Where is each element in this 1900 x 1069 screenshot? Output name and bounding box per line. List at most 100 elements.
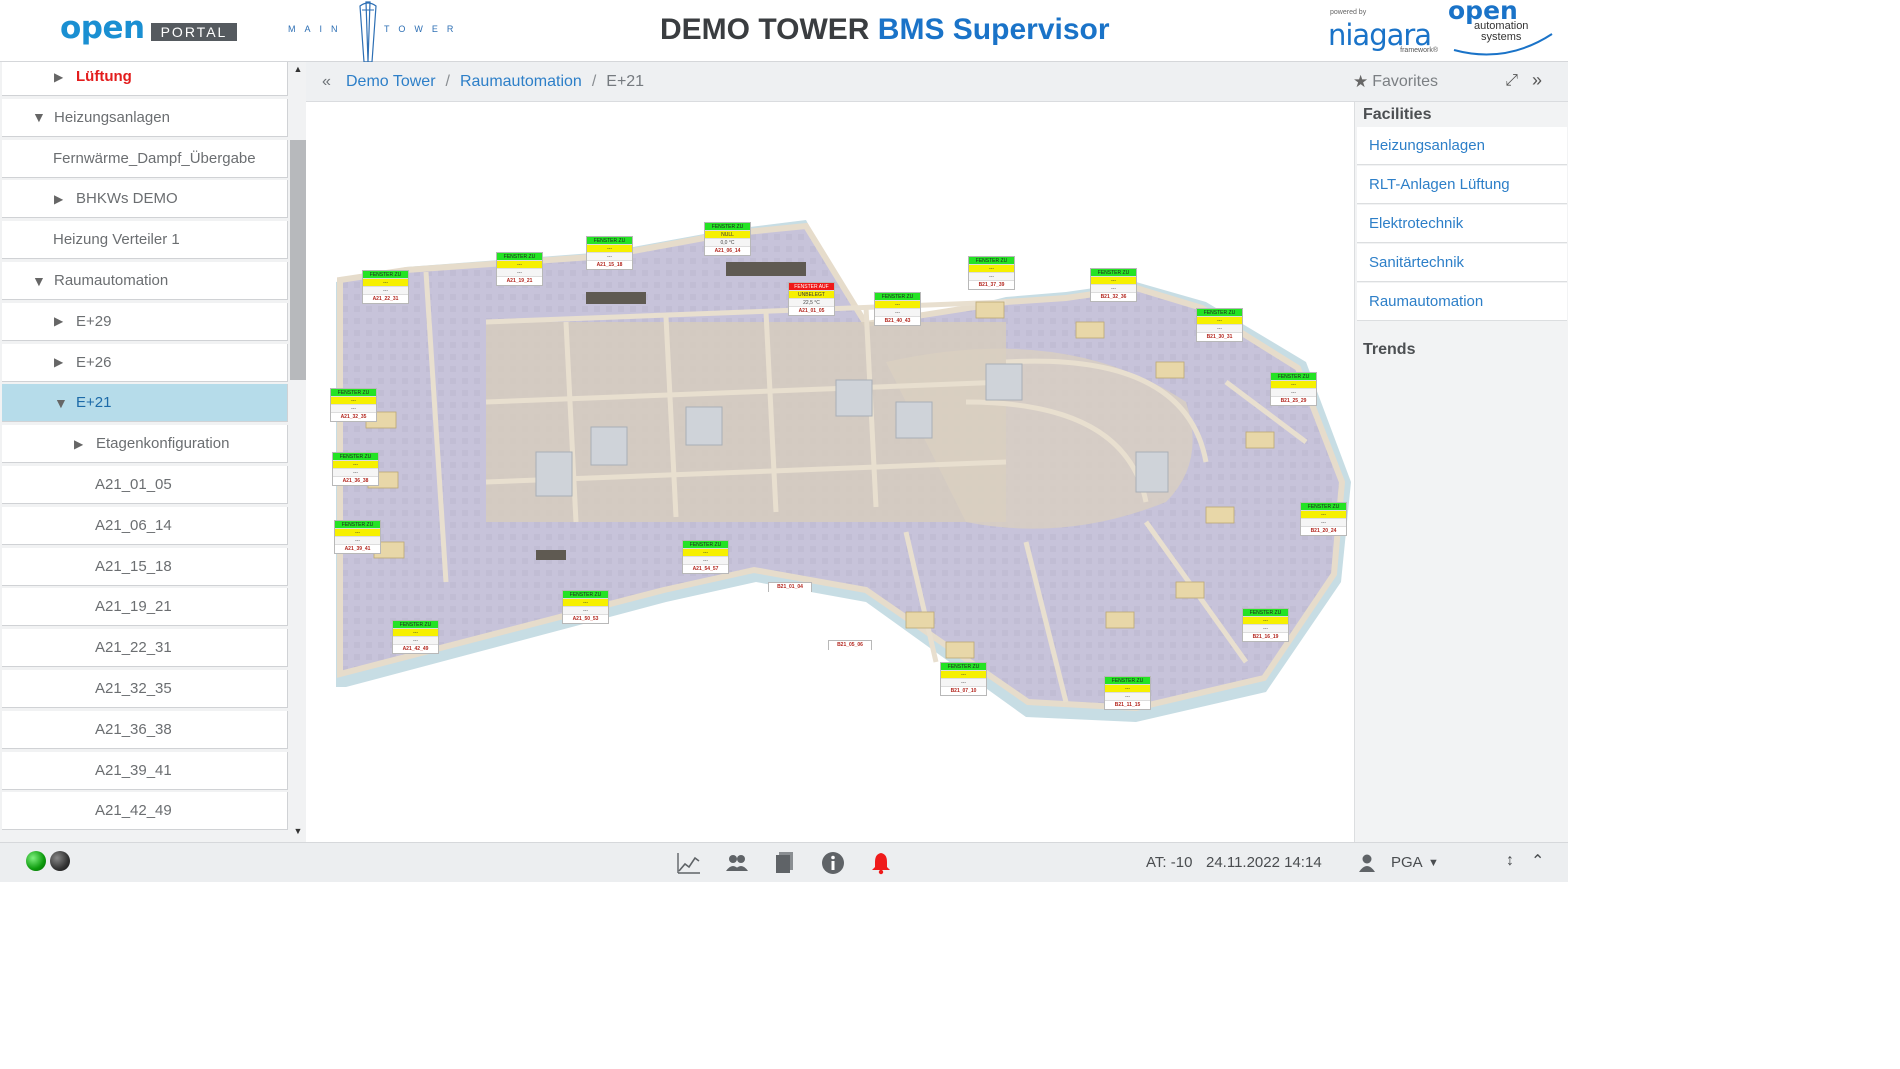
room-status-tag[interactable]: FENSTER ZU --- --- A21_39_41 [334,520,381,554]
tree-item-label: A21_01_05 [95,476,172,493]
tree-item-bhkws-demo[interactable]: ▶ BHKWs DEMO [2,180,288,219]
tree-item-label: A21_06_14 [95,516,172,534]
temperature-value: --- [1197,325,1242,333]
room-status-tag[interactable]: FENSTER AUF UNBELEGT 22,5 °C A21_01_05 [788,282,835,316]
tree-item-etagenkonfiguration[interactable]: ▶ Etagenkonfiguration [2,425,288,464]
collapse-right-panel-icon[interactable]: » [1532,70,1542,91]
room-status-tag[interactable]: FENSTER ZU --- --- A21_22_31 [362,270,409,304]
room-status-tag[interactable]: FENSTER ZU --- --- B21_07_10 [940,662,987,696]
collapsed-arrow-icon[interactable]: ▶ [54,70,76,84]
room-status-tag[interactable]: FENSTER ZU --- --- A21_42_49 [392,620,439,654]
window-status: FENSTER ZU [563,591,608,599]
connection-ok-indicator [26,851,46,871]
room-id-tag[interactable]: B21_01_04 [768,582,812,592]
resize-vertical-icon[interactable]: ↕ [1506,852,1514,870]
user-icon[interactable] [1354,850,1380,876]
temperature-value: --- [587,253,632,261]
documents-icon[interactable] [772,850,798,876]
occupancy-status: --- [363,279,408,287]
tree-item-a21-32-35[interactable]: A21_32_35 [2,670,288,708]
room-status-tag[interactable]: FENSTER ZU --- --- B21_25_29 [1270,372,1317,406]
tree-item-a21-42-49[interactable]: A21_42_49 [2,792,288,831]
scroll-down-icon[interactable]: ▼ [292,826,304,838]
room-id: B21_16_19 [1243,633,1288,641]
room-id: B21_30_31 [1197,333,1242,341]
breadcrumb-item-demo-tower[interactable]: Demo Tower [346,73,436,91]
scroll-up-icon[interactable]: ▲ [292,64,304,76]
window-status: FENSTER ZU [941,663,986,671]
room-status-tag[interactable]: FENSTER ZU NULL 0,0 °C A21_06_14 [704,222,751,256]
tree-item-label: E+29 [76,312,112,330]
tree-item-fernw-rme-dampf-bergabe[interactable]: Fernwärme_Dampf_Übergabe [2,139,288,178]
tree-item-a21-39-41[interactable]: A21_39_41 [2,751,288,790]
breadcrumb-item-raumautomation[interactable]: Raumautomation [460,73,582,91]
favorites-label: Favorites [1372,73,1438,90]
tree-item-label: A21_22_31 [95,639,172,657]
temperature-value: --- [393,637,438,645]
window-status: FENSTER ZU [363,271,408,279]
room-status-tag[interactable]: FENSTER ZU --- --- B21_11_15 [1104,676,1151,710]
tree-item-l-ftung[interactable]: ▶ Lüftung [2,62,288,96]
temperature-value: --- [331,405,376,413]
chart-icon[interactable] [676,850,702,876]
logo-maintower-text-left: MAIN [288,24,347,34]
room-status-tag[interactable]: FENSTER ZU --- --- A21_19_21 [496,252,543,286]
user-dropdown-icon[interactable]: ▼ [1428,857,1439,869]
room-status-tag[interactable]: FENSTER ZU --- --- B21_30_31 [1196,308,1243,342]
expanded-arrow-icon[interactable]: ▼ [32,109,54,125]
collapse-sidebar-icon[interactable]: « [322,73,346,91]
facility-raumautomation[interactable]: Raumautomation [1357,283,1567,321]
window-status: FENSTER ZU [393,621,438,629]
expanded-arrow-icon[interactable]: ▼ [32,273,54,289]
collapsed-arrow-icon[interactable]: ▶ [54,355,76,369]
tree-item-label: E+21 [76,394,112,412]
window-status: FENSTER ZU [969,257,1014,265]
room-status-tag[interactable]: FENSTER ZU --- --- B21_32_36 [1090,268,1137,302]
room-id: B21_05_06 [829,641,871,650]
tree-item-e-21[interactable]: ▼ E+21 [2,384,288,423]
room-status-tag[interactable]: FENSTER ZU --- --- B21_40_43 [874,292,921,326]
users-icon[interactable] [724,850,750,876]
tree-item-e-29[interactable]: ▶ E+29 [2,302,288,341]
room-status-tag[interactable]: FENSTER ZU --- --- A21_32_35 [330,388,377,422]
collapse-up-icon[interactable]: ⌃ [1531,851,1544,871]
facility-heizungsanlagen[interactable]: Heizungsanlagen [1357,127,1567,165]
tree-item-a21-06-14[interactable]: A21_06_14 [2,506,288,545]
tree-item-heizung-verteiler-1[interactable]: Heizung Verteiler 1 [2,221,288,260]
tree-item-a21-01-05[interactable]: A21_01_05 [2,466,288,504]
favorites-button[interactable]: ★ Favorites [1353,72,1438,92]
expanded-arrow-icon[interactable]: ▼ [54,395,76,411]
tree-item-a21-19-21[interactable]: A21_19_21 [2,588,288,627]
tree-scrollbar-thumb[interactable] [290,140,306,380]
facility-elektrotechnik[interactable]: Elektrotechnik [1357,205,1567,243]
fullscreen-icon[interactable]: ⤢ [1505,72,1518,90]
tree-item-a21-36-38[interactable]: A21_36_38 [2,710,288,749]
room-id: B21_25_29 [1271,397,1316,405]
room-id: B21_40_43 [875,317,920,325]
room-status-tag[interactable]: FENSTER ZU --- --- B21_37_39 [968,256,1015,290]
tree-item-e-26[interactable]: ▶ E+26 [2,343,288,382]
window-status: FENSTER ZU [1243,609,1288,617]
facility-rlt-anlagen-lueftung[interactable]: RLT-Anlagen Lüftung [1357,166,1567,204]
room-status-tag[interactable]: FENSTER ZU --- --- B21_20_24 [1300,502,1347,536]
room-status-tag[interactable]: FENSTER ZU --- --- A21_50_53 [562,590,609,624]
facility-sanitaertechnik[interactable]: Sanitärtechnik [1357,244,1567,282]
open-portal-logo[interactable]: open PORTAL [60,10,238,46]
info-icon[interactable] [820,850,846,876]
tree-item-a21-22-31[interactable]: A21_22_31 [2,629,288,668]
tree-item-heizungsanlagen[interactable]: ▼ Heizungsanlagen [2,98,288,137]
room-id-tag[interactable]: B21_05_06 [828,640,872,650]
room-status-tag[interactable]: FENSTER ZU --- --- A21_54_57 [682,540,729,574]
tree-item-raumautomation[interactable]: ▼ Raumautomation [2,262,288,300]
collapsed-arrow-icon[interactable]: ▶ [54,192,76,206]
user-menu[interactable]: PGA [1391,854,1423,871]
tree-item-a21-15-18[interactable]: A21_15_18 [2,547,288,586]
occupancy-status: UNBELEGT [789,291,834,299]
collapsed-arrow-icon[interactable]: ▶ [54,314,76,328]
alarm-bell-icon[interactable] [868,850,894,876]
collapsed-arrow-icon[interactable]: ▶ [74,437,96,451]
logo-portal-word: PORTAL [150,23,238,41]
room-status-tag[interactable]: FENSTER ZU --- --- A21_36_38 [332,452,379,486]
room-status-tag[interactable]: FENSTER ZU --- --- B21_16_19 [1242,608,1289,642]
room-status-tag[interactable]: FENSTER ZU --- --- A21_15_18 [586,236,633,270]
